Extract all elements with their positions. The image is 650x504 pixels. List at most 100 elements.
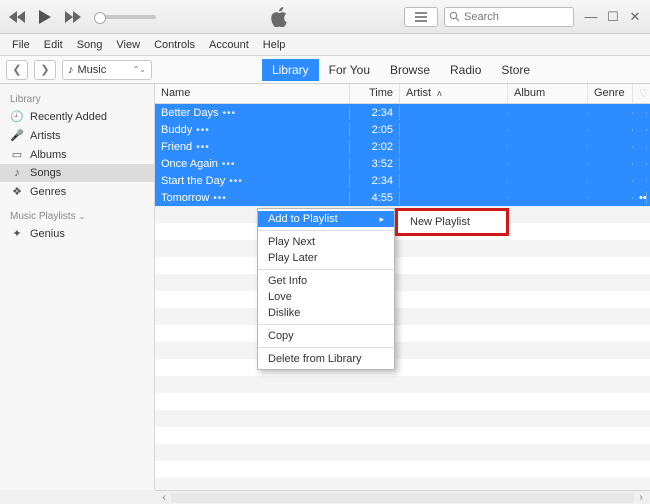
ctx-dislike[interactable]: Dislike bbox=[258, 305, 394, 321]
maximize-button[interactable]: ☐ bbox=[604, 8, 622, 26]
ctx-separator bbox=[258, 347, 394, 348]
app-menubar: File Edit Song View Controls Account Hel… bbox=[0, 34, 650, 56]
ctx-new-playlist[interactable]: New Playlist bbox=[398, 214, 506, 230]
table-row[interactable]: Better Days ••• 2:34 bbox=[155, 104, 650, 121]
sidebar-item-label: Artists bbox=[30, 130, 61, 142]
sidebar-header-library: Library bbox=[0, 90, 154, 107]
menu-help[interactable]: Help bbox=[257, 37, 292, 53]
tab-library[interactable]: Library bbox=[262, 59, 319, 81]
row-actions-icon[interactable]: ••• bbox=[196, 125, 210, 136]
sidebar-item-recently-added[interactable]: 🕘 Recently Added bbox=[0, 107, 154, 126]
table-row[interactable]: Friend••• 2:02 bbox=[155, 138, 650, 155]
ctx-separator bbox=[258, 269, 394, 270]
ctx-label: Get Info bbox=[268, 275, 307, 287]
tab-browse[interactable]: Browse bbox=[380, 59, 440, 81]
menu-account[interactable]: Account bbox=[203, 37, 255, 53]
ctx-play-next[interactable]: Play Next bbox=[258, 234, 394, 250]
next-button[interactable] bbox=[62, 7, 84, 27]
ctx-label: Play Next bbox=[268, 236, 315, 248]
song-time: 3:52 bbox=[350, 157, 400, 171]
mic-icon: 🎤 bbox=[10, 129, 24, 142]
column-album[interactable]: Album bbox=[508, 84, 588, 103]
tab-store[interactable]: Store bbox=[491, 59, 540, 81]
column-genre[interactable]: Genre bbox=[588, 84, 633, 103]
volume-slider[interactable] bbox=[96, 15, 156, 19]
menu-view[interactable]: View bbox=[110, 37, 146, 53]
ctx-get-info[interactable]: Get Info bbox=[258, 273, 394, 289]
sidebar-item-genius[interactable]: ✦ Genius bbox=[0, 224, 154, 243]
forward-button[interactable]: ❯ bbox=[34, 60, 56, 80]
table-rows: Better Days ••• 2:34 Buddy••• 2:05 Friend… bbox=[155, 104, 650, 490]
scroll-right-icon[interactable]: › bbox=[634, 492, 648, 503]
song-time: 2:02 bbox=[350, 140, 400, 154]
genius-icon: ✦ bbox=[10, 227, 24, 240]
prev-button[interactable] bbox=[6, 7, 28, 27]
genres-icon: ❖ bbox=[10, 185, 24, 198]
view-mode-button[interactable] bbox=[404, 7, 438, 27]
chevron-down-icon: ⌄ bbox=[79, 212, 86, 221]
menu-song[interactable]: Song bbox=[71, 37, 109, 53]
window-titlebar: — ☐ ✕ bbox=[0, 0, 650, 34]
column-time[interactable]: Time bbox=[350, 84, 400, 103]
dropdown-caret-icon: ⌃⌄ bbox=[133, 65, 146, 74]
search-field[interactable] bbox=[444, 7, 574, 27]
section-tabs: Library For You Browse Radio Store bbox=[158, 59, 644, 81]
column-name[interactable]: Name bbox=[155, 84, 350, 103]
column-artist[interactable]: Artist ʌ bbox=[400, 84, 508, 103]
ctx-label: Delete from Library bbox=[268, 353, 362, 365]
sidebar-item-label: Recently Added bbox=[30, 111, 107, 123]
sidebar-header-playlists[interactable]: Music Playlists ⌄ bbox=[0, 207, 154, 224]
horizontal-scrollbar[interactable]: ‹ › bbox=[155, 490, 650, 504]
scroll-left-icon[interactable]: ‹ bbox=[157, 492, 171, 503]
songs-table: Name Time Artist ʌ Album Genre ♡ Better … bbox=[155, 84, 650, 490]
clock-icon: 🕘 bbox=[10, 110, 24, 123]
empty-rows bbox=[155, 206, 650, 490]
ctx-love[interactable]: Love bbox=[258, 289, 394, 305]
sidebar: Library 🕘 Recently Added 🎤 Artists ▭ Alb… bbox=[0, 84, 155, 490]
play-button[interactable] bbox=[34, 7, 56, 27]
back-button[interactable]: ❮ bbox=[6, 60, 28, 80]
song-time: 2:05 bbox=[350, 123, 400, 137]
song-time: 2:34 bbox=[350, 174, 400, 188]
table-row[interactable]: Buddy••• 2:05 bbox=[155, 121, 650, 138]
ctx-copy[interactable]: Copy bbox=[258, 328, 394, 344]
scroll-track[interactable] bbox=[171, 493, 634, 503]
close-button[interactable]: ✕ bbox=[626, 8, 644, 26]
table-row[interactable]: Tomorrow••• 4:55 ••• bbox=[155, 189, 650, 206]
ctx-play-later[interactable]: Play Later bbox=[258, 250, 394, 266]
song-name: Better Days bbox=[161, 107, 218, 119]
table-row[interactable]: Start the Day ••• 2:34 bbox=[155, 172, 650, 189]
sidebar-item-genres[interactable]: ❖ Genres bbox=[0, 182, 154, 201]
ctx-label: Love bbox=[268, 291, 292, 303]
ctx-add-to-playlist[interactable]: Add to Playlist ▸ bbox=[258, 211, 394, 227]
row-actions-icon[interactable]: ••• bbox=[229, 176, 243, 187]
sidebar-item-artists[interactable]: 🎤 Artists bbox=[0, 126, 154, 145]
search-icon bbox=[449, 11, 460, 22]
song-name: Start the Day bbox=[161, 175, 225, 187]
minimize-button[interactable]: — bbox=[582, 8, 600, 26]
menu-file[interactable]: File bbox=[6, 37, 36, 53]
row-actions-icon[interactable]: ••• bbox=[222, 108, 236, 119]
table-row[interactable]: Once Again••• 3:52 bbox=[155, 155, 650, 172]
playback-controls bbox=[6, 7, 156, 27]
sidebar-item-songs[interactable]: ♪ Songs bbox=[0, 164, 154, 182]
menu-edit[interactable]: Edit bbox=[38, 37, 69, 53]
column-love[interactable]: ♡ bbox=[633, 84, 647, 103]
toolbar: ❮ ❯ ♪ Music ⌃⌄ Library For You Browse Ra… bbox=[0, 56, 650, 84]
media-type-select[interactable]: ♪ Music ⌃⌄ bbox=[62, 60, 152, 80]
ctx-delete-from-library[interactable]: Delete from Library bbox=[258, 351, 394, 367]
tab-radio[interactable]: Radio bbox=[440, 59, 491, 81]
search-input[interactable] bbox=[464, 11, 569, 23]
row-actions-icon[interactable]: ••• bbox=[213, 193, 227, 204]
table-header: Name Time Artist ʌ Album Genre ♡ bbox=[155, 84, 650, 104]
sidebar-item-albums[interactable]: ▭ Albums bbox=[0, 145, 154, 164]
sidebar-item-label: Genres bbox=[30, 186, 66, 198]
chevron-right-icon: ▸ bbox=[379, 214, 384, 225]
ctx-label: Copy bbox=[268, 330, 294, 342]
song-time: 2:34 bbox=[350, 106, 400, 120]
sidebar-item-label: Genius bbox=[30, 228, 65, 240]
row-actions-icon[interactable]: ••• bbox=[196, 142, 210, 153]
row-actions-icon[interactable]: ••• bbox=[222, 159, 236, 170]
tab-for-you[interactable]: For You bbox=[319, 59, 380, 81]
menu-controls[interactable]: Controls bbox=[148, 37, 201, 53]
